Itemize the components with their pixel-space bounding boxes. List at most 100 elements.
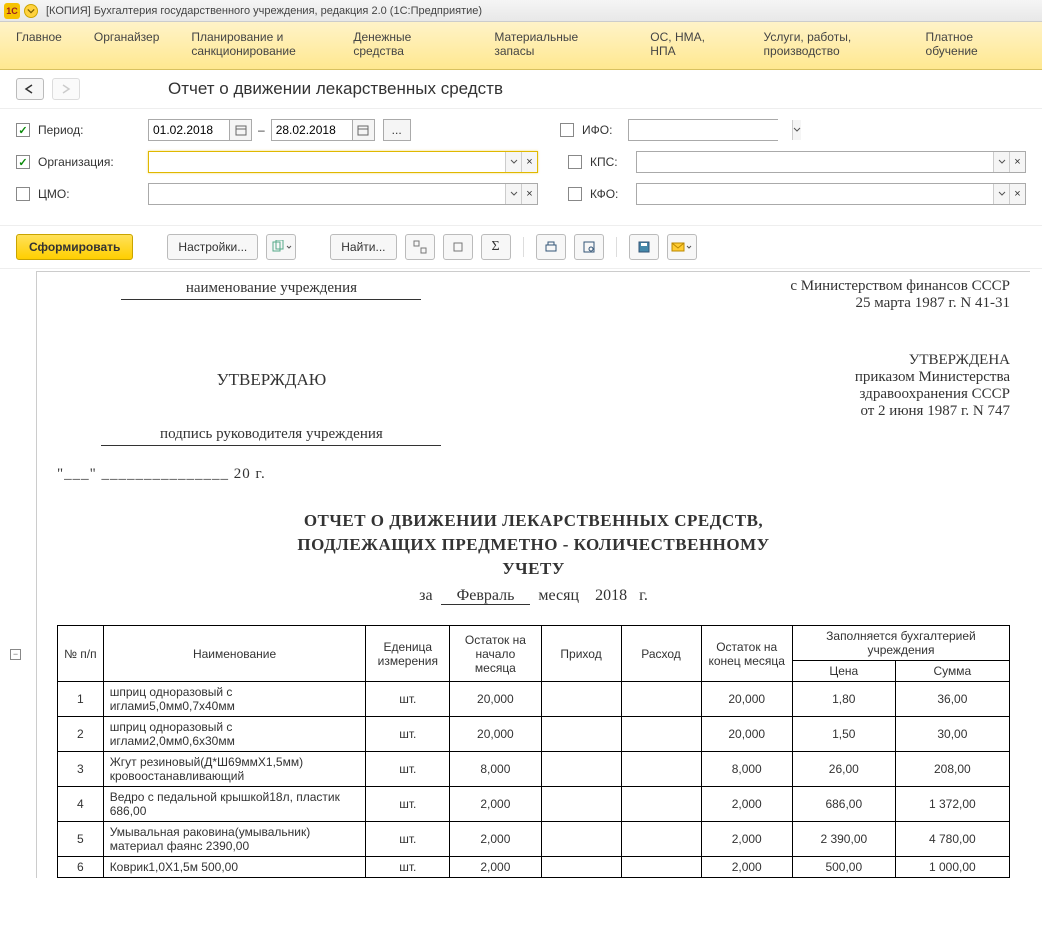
- cell-num: 1: [58, 682, 104, 717]
- table-row[interactable]: 2шприц одноразовый с иглами2,0мм0,6х30мм…: [58, 717, 1010, 752]
- table-row[interactable]: 4Ведро с педальной крышкой18л, пластик 6…: [58, 787, 1010, 822]
- cell-end: 2,000: [701, 857, 792, 878]
- kps-label: КПС:: [590, 155, 628, 169]
- email-icon[interactable]: [667, 234, 697, 260]
- period-from-input[interactable]: [148, 119, 230, 141]
- cell-out: [621, 822, 701, 857]
- menu-materials[interactable]: Материальные запасы: [494, 30, 618, 58]
- period-more-button[interactable]: ...: [383, 119, 411, 141]
- chevron-down-icon[interactable]: [505, 184, 521, 204]
- kps-clear-button[interactable]: ×: [1009, 152, 1025, 172]
- kfo-select[interactable]: ×: [636, 183, 1026, 205]
- menu-education[interactable]: Платное обучение: [926, 30, 1026, 58]
- cell-num: 2: [58, 717, 104, 752]
- cmo-input[interactable]: [149, 184, 505, 204]
- cell-out: [621, 752, 701, 787]
- cmo-select[interactable]: ×: [148, 183, 538, 205]
- menu-assets[interactable]: ОС, НМА, НПА: [650, 30, 731, 58]
- cell-start: 2,000: [450, 822, 541, 857]
- page-title: Отчет о движении лекарственных средств: [168, 79, 503, 99]
- table-row[interactable]: 1шприц одноразовый с иглами5,0мм0,7х40мм…: [58, 682, 1010, 717]
- org-select[interactable]: ×: [148, 151, 538, 173]
- cell-sum: 36,00: [895, 682, 1009, 717]
- th-sum: Сумма: [895, 661, 1009, 682]
- table-row[interactable]: 6Коврик1,0Х1,5м 500,00шт.2,0002,000500,0…: [58, 857, 1010, 878]
- cell-sum: 30,00: [895, 717, 1009, 752]
- cell-name: Ведро с педальной крышкой18л, пластик 68…: [103, 787, 366, 822]
- ifo-checkbox[interactable]: [560, 123, 574, 137]
- main-menubar: Главное Органайзер Планирование и санкци…: [0, 22, 1042, 70]
- th-out: Расход: [621, 626, 701, 682]
- settings-button[interactable]: Настройки...: [167, 234, 258, 260]
- kfo-input[interactable]: [637, 184, 993, 204]
- kfo-checkbox[interactable]: [568, 187, 582, 201]
- cell-name: шприц одноразовый с иглами5,0мм0,7х40мм: [103, 682, 366, 717]
- cmo-clear-button[interactable]: ×: [521, 184, 537, 204]
- chevron-down-icon[interactable]: [792, 120, 801, 140]
- cell-unit: шт.: [366, 682, 450, 717]
- sigma-icon[interactable]: Σ: [481, 234, 511, 260]
- org-clear-button[interactable]: ×: [521, 152, 537, 172]
- collapse-icon[interactable]: [443, 234, 473, 260]
- cell-name: Жгут резиновый(Д*Ш69ммХ1,5мм) кровоостан…: [103, 752, 366, 787]
- titlebar-dropdown-button[interactable]: [24, 4, 38, 18]
- collapse-toggle[interactable]: −: [10, 649, 21, 660]
- menu-main[interactable]: Главное: [16, 30, 62, 44]
- right-mid-4: от 2 июня 1987 г. N 747: [581, 403, 1010, 420]
- expand-icon[interactable]: [405, 234, 435, 260]
- report-body: − наименование учреждения УТВЕРЖДАЮ подп…: [0, 269, 1042, 878]
- cmo-checkbox[interactable]: [16, 187, 30, 201]
- period-label: Период:: [38, 123, 116, 137]
- find-button[interactable]: Найти...: [330, 234, 396, 260]
- menu-services[interactable]: Услуги, работы, производство: [764, 30, 894, 58]
- approve-word: УТВЕРЖДАЮ: [57, 370, 486, 390]
- th-price: Цена: [792, 661, 895, 682]
- chevron-down-icon[interactable]: [505, 152, 521, 172]
- copy-settings-button[interactable]: [266, 234, 296, 260]
- ifo-input[interactable]: [629, 120, 792, 140]
- ifo-select[interactable]: [628, 119, 778, 141]
- forward-button[interactable]: [52, 78, 80, 100]
- right-mid-1: УТВЕРЖДЕНА: [581, 352, 1010, 369]
- print-icon[interactable]: [536, 234, 566, 260]
- cell-sum: 4 780,00: [895, 822, 1009, 857]
- menu-funds[interactable]: Денежные средства: [353, 30, 462, 58]
- save-icon[interactable]: [629, 234, 659, 260]
- period-dash: –: [258, 123, 265, 137]
- right-top-2: 25 марта 1987 г. N 41-31: [581, 295, 1010, 312]
- period-to-calendar-icon[interactable]: [353, 119, 375, 141]
- cell-num: 3: [58, 752, 104, 787]
- filters-panel: Период: – ... ИФО: Организация: × КПС:: [0, 109, 1042, 225]
- chevron-down-icon[interactable]: [993, 152, 1009, 172]
- table-row[interactable]: 3Жгут резиновый(Д*Ш69ммХ1,5мм) кровооста…: [58, 752, 1010, 787]
- period-to-input[interactable]: [271, 119, 353, 141]
- kfo-clear-button[interactable]: ×: [1009, 184, 1025, 204]
- cell-price: 686,00: [792, 787, 895, 822]
- cell-end: 2,000: [701, 787, 792, 822]
- back-button[interactable]: [16, 78, 44, 100]
- menu-organizer[interactable]: Органайзер: [94, 30, 160, 44]
- date-blank: "___" _______________ 20 г.: [57, 466, 486, 483]
- chevron-down-icon[interactable]: [993, 184, 1009, 204]
- app-logo-icon: 1C: [4, 3, 20, 19]
- cell-sum: 1 372,00: [895, 787, 1009, 822]
- org-input[interactable]: [149, 152, 505, 172]
- kps-input[interactable]: [637, 152, 993, 172]
- month-value: Февраль: [441, 587, 531, 605]
- data-table: № п/п Наименование Еденица измерения Ост…: [57, 625, 1010, 878]
- kps-select[interactable]: ×: [636, 151, 1026, 173]
- cell-out: [621, 682, 701, 717]
- kps-checkbox[interactable]: [568, 155, 582, 169]
- org-checkbox[interactable]: [16, 155, 30, 169]
- ifo-label: ИФО:: [582, 123, 620, 137]
- table-row[interactable]: 5Умывальная раковина(умывальник) материа…: [58, 822, 1010, 857]
- th-name: Наименование: [103, 626, 366, 682]
- menu-planning[interactable]: Планирование и санкционирование: [191, 30, 321, 58]
- preview-icon[interactable]: [574, 234, 604, 260]
- generate-button[interactable]: Сформировать: [16, 234, 133, 260]
- nav-row: Отчет о движении лекарственных средств: [0, 70, 1042, 109]
- period-from-calendar-icon[interactable]: [230, 119, 252, 141]
- right-top-1: с Министерством финансов СССР: [581, 278, 1010, 295]
- period-checkbox[interactable]: [16, 123, 30, 137]
- report-title-1: ОТЧЕТ О ДВИЖЕНИИ ЛЕКАРСТВЕННЫХ СРЕДСТВ,: [57, 511, 1010, 531]
